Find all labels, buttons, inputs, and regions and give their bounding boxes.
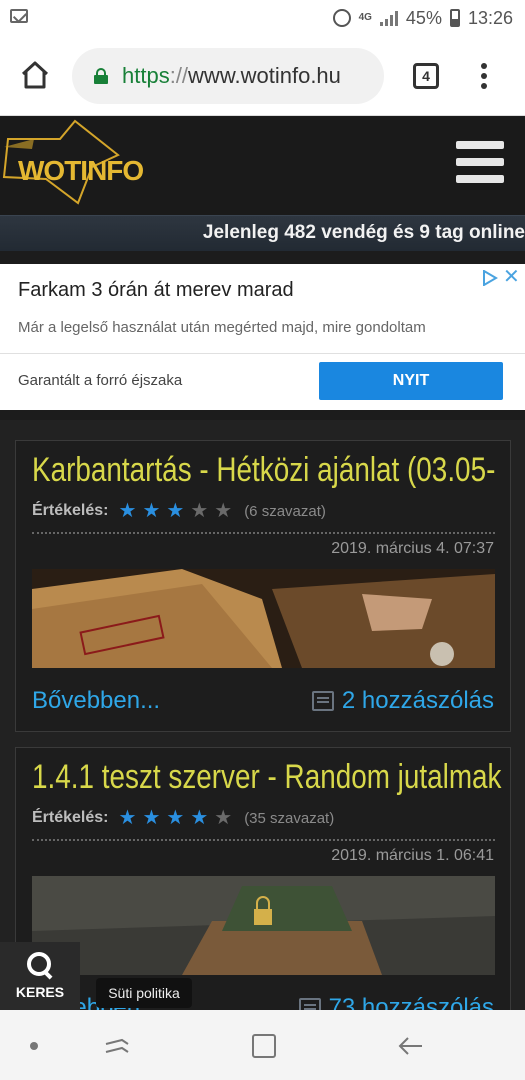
url-host: www.wotinfo.hu: [188, 63, 341, 88]
battery-percent: 45%: [405, 7, 442, 28]
site-logo[interactable]: WOTINFO: [0, 117, 144, 205]
ad-title[interactable]: Farkam 3 órán át merev marad: [18, 279, 294, 302]
star-icon[interactable]: ★: [142, 501, 160, 521]
article-card: Karbantartás - Hétközi ajánlat (03.05- É…: [15, 440, 511, 732]
vote-count: (6 szavazat): [244, 502, 326, 520]
star-icon[interactable]: ★: [142, 808, 160, 828]
article-date: 2019. március 4. 07:37: [331, 540, 494, 557]
vote-count: (35 szavazat): [244, 809, 335, 827]
comment-icon: [311, 691, 334, 711]
lock-icon: [94, 68, 108, 84]
signal-icon: [379, 10, 398, 26]
article-title[interactable]: 1.4.1 teszt szerver - Random jutalmak: [32, 758, 502, 797]
star-icon[interactable]: ★: [190, 808, 208, 828]
address-bar[interactable]: https://www.wotinfo.hu: [72, 48, 384, 104]
adchoices-icon[interactable]: [482, 270, 498, 286]
star-icon[interactable]: ★: [190, 501, 208, 521]
article-card: 1.4.1 teszt szerver - Random jutalmak Ér…: [15, 747, 511, 1037]
star-icon[interactable]: ★: [214, 808, 232, 828]
browser-menu-icon[interactable]: [481, 63, 487, 89]
online-count-text: Jelenleg 482 vendég és 9 tag online: [202, 222, 525, 243]
ad-close-icon[interactable]: ✕: [503, 267, 520, 287]
recents-icon[interactable]: [104, 1036, 130, 1056]
network-type: 4G: [358, 12, 372, 23]
rating-label: Értékelés:: [32, 809, 109, 826]
url-text: https://www.wotinfo.hu: [122, 63, 341, 89]
url-separator: ://: [169, 63, 189, 88]
gmail-icon: [10, 9, 28, 23]
article-date: 2019. március 1. 06:41: [331, 847, 494, 864]
system-navigation-bar: [0, 1010, 525, 1080]
star-icon[interactable]: ★: [119, 808, 137, 828]
cookie-policy-button[interactable]: Süti politika: [96, 978, 192, 1008]
ad-description: Már a legelső használat után megérted ma…: [18, 319, 426, 336]
home-nav-icon[interactable]: [252, 1034, 276, 1058]
tab-switcher-button[interactable]: 4: [413, 63, 439, 89]
search-label: KERES: [15, 984, 65, 1000]
battery-icon: [449, 9, 460, 27]
star-icon[interactable]: ★: [166, 501, 184, 521]
article-title[interactable]: Karbantartás - Hétközi ajánlat (03.05-: [32, 451, 495, 490]
home-icon[interactable]: [20, 60, 50, 90]
back-icon[interactable]: [398, 1036, 424, 1056]
site-header: WOTINFO: [0, 117, 525, 215]
advertisement[interactable]: ✕ Farkam 3 órán át merev marad Már a leg…: [0, 264, 525, 410]
divider: [32, 839, 495, 841]
status-bar: 4G 45% 13:26: [0, 0, 525, 36]
nav-dot-icon[interactable]: [30, 1042, 38, 1050]
star-icon[interactable]: ★: [214, 501, 232, 521]
alarm-icon: [332, 9, 351, 27]
search-button[interactable]: KERES: [0, 942, 80, 1010]
article-image[interactable]: [32, 876, 495, 975]
read-more-link[interactable]: Bővebben...: [32, 687, 160, 715]
star-icon[interactable]: ★: [119, 501, 137, 521]
ad-footer-text: Garantált a forró éjszaka: [18, 372, 183, 389]
search-icon: [27, 952, 53, 978]
rating-label: Értékelés:: [32, 502, 109, 519]
article-image[interactable]: [32, 569, 495, 668]
online-status-bar: Jelenleg 482 vendég és 9 tag online: [0, 215, 525, 251]
article-rating: Értékelés: ★ ★ ★ ★ ★ (35 szavazat): [32, 808, 334, 828]
hamburger-menu-icon[interactable]: [456, 141, 504, 183]
star-icon[interactable]: ★: [166, 808, 184, 828]
browser-toolbar: https://www.wotinfo.hu 4: [0, 36, 525, 116]
divider: [32, 532, 495, 534]
ad-open-button[interactable]: NYIT: [319, 362, 503, 400]
article-rating: Értékelés: ★ ★ ★ ★ ★ (6 szavazat): [32, 501, 326, 521]
clock: 13:26: [467, 7, 513, 28]
url-scheme: https: [122, 63, 170, 88]
status-icons: 4G 45% 13:26: [332, 0, 513, 36]
logo-text: WOTINFO: [18, 155, 144, 186]
comment-count: 2 hozzászólás: [341, 687, 494, 714]
ad-divider: [0, 353, 525, 354]
comments-link[interactable]: 2 hozzászólás: [311, 687, 494, 715]
